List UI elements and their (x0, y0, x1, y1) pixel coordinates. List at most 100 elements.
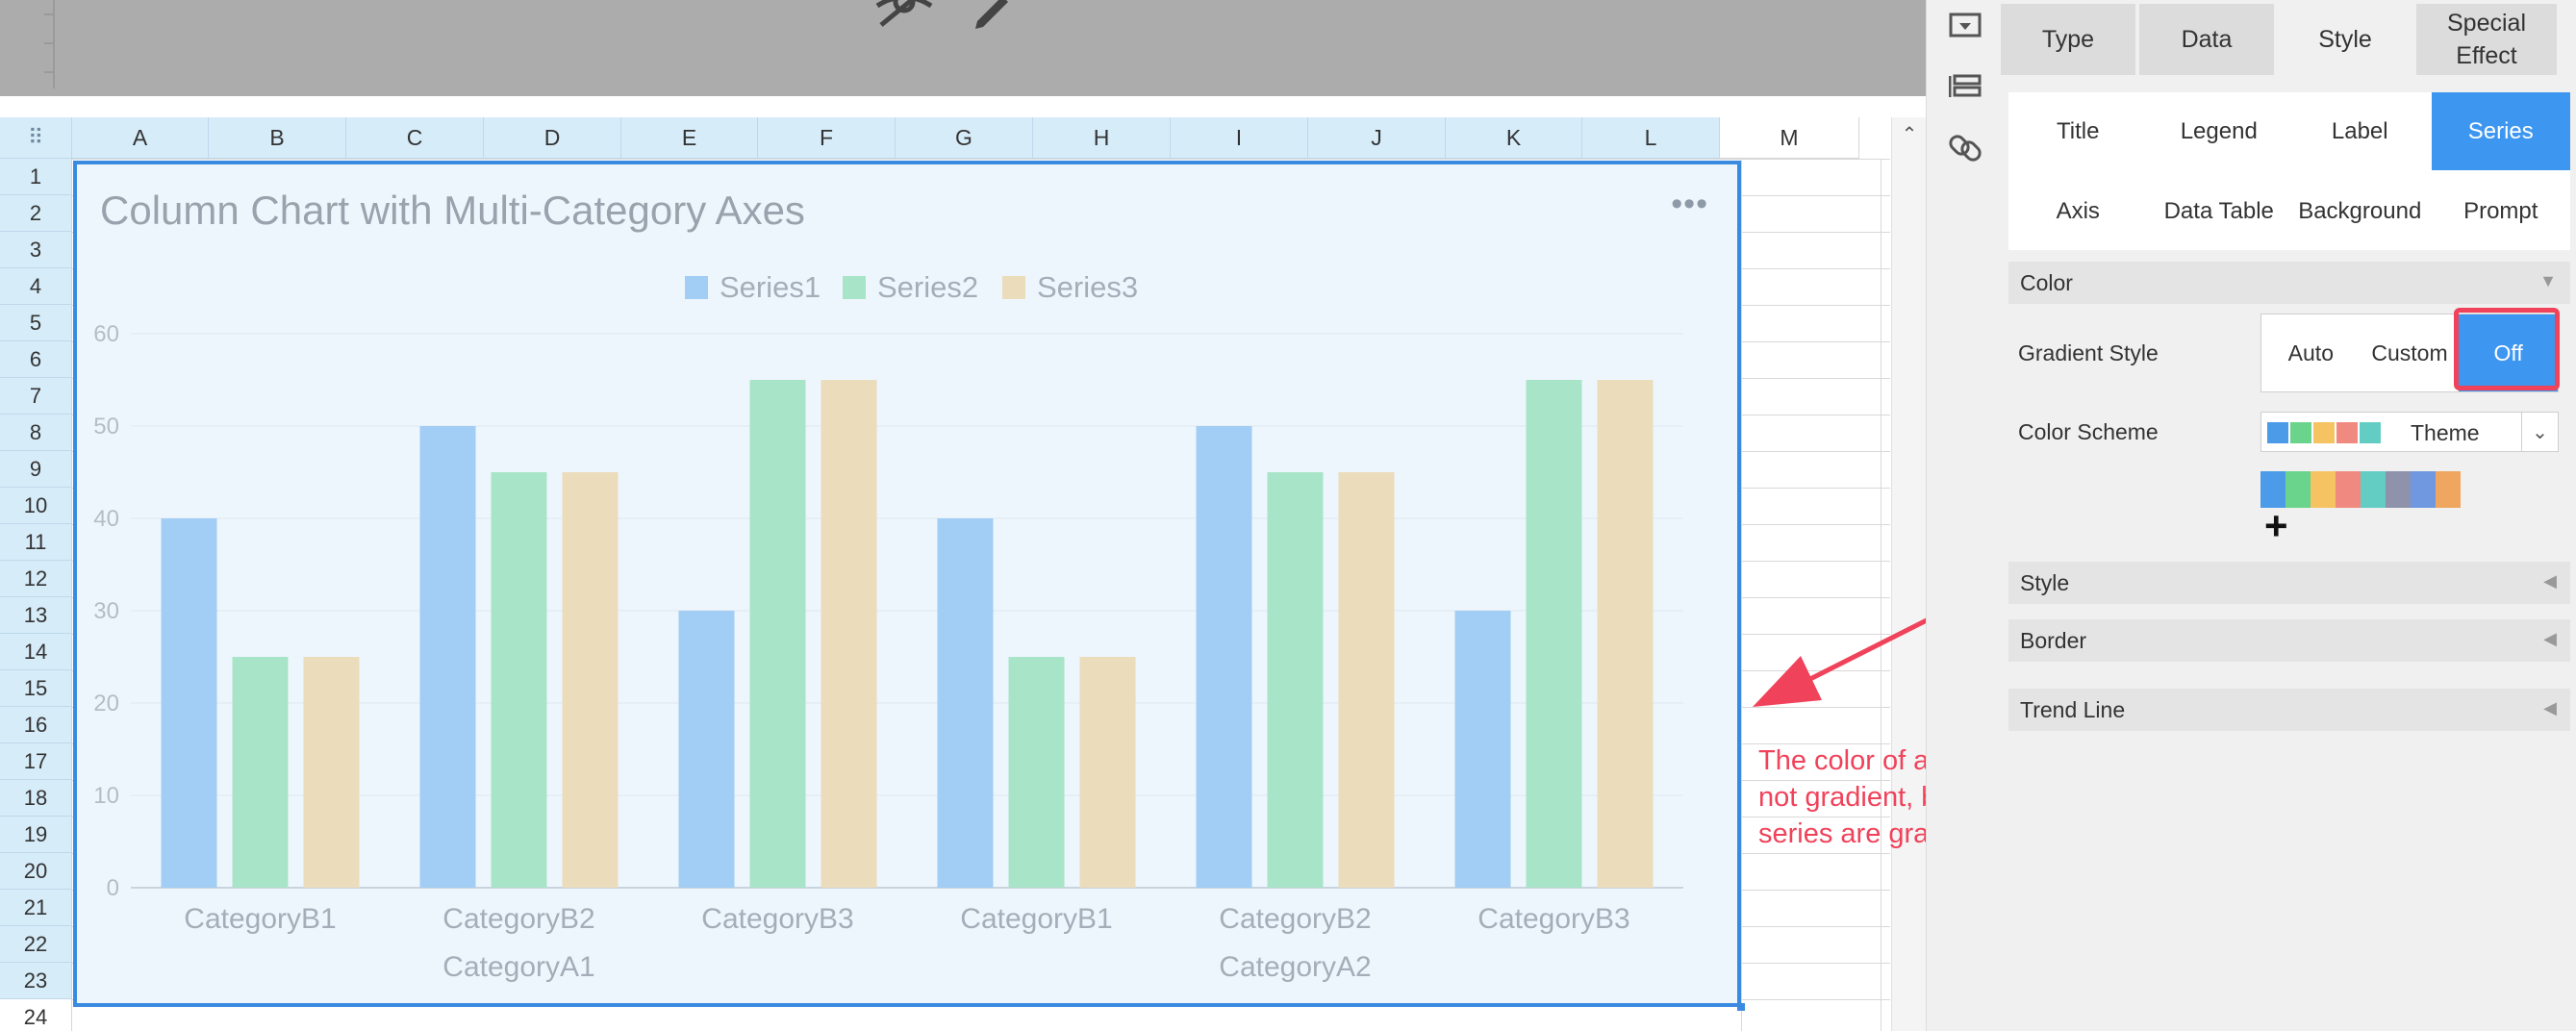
color-scheme-select[interactable]: Theme ⌄ (2260, 412, 2559, 452)
subtab-background[interactable]: Background (2290, 172, 2430, 250)
chart-frame-icon[interactable] (1948, 8, 1983, 42)
row-header-11[interactable]: 11 (0, 524, 72, 561)
scroll-up-icon[interactable]: ⌃ (1899, 123, 1920, 145)
select-all-corner[interactable]: ⠿ (0, 117, 72, 159)
tab-data[interactable]: Data (2139, 4, 2274, 75)
ruler-tick (44, 71, 54, 73)
bar[interactable] (1338, 472, 1395, 888)
column-header-m[interactable]: M (1720, 117, 1859, 159)
bar[interactable] (161, 518, 217, 888)
subtab-data-table[interactable]: Data Table (2149, 172, 2288, 250)
row-header-6[interactable]: 6 (0, 341, 72, 378)
style-section-label: Style (2020, 569, 2070, 595)
subtab-axis[interactable]: Axis (2008, 172, 2148, 250)
row-header-16[interactable]: 16 (0, 707, 72, 743)
bar[interactable] (491, 472, 547, 888)
scheme-swatch (2336, 422, 2358, 443)
row-header-17[interactable]: 17 (0, 743, 72, 780)
row-header-18[interactable]: 18 (0, 780, 72, 817)
row-header-8[interactable]: 8 (0, 415, 72, 451)
bar[interactable] (419, 426, 476, 888)
chart-menu-icon[interactable]: ••• (1671, 186, 1708, 223)
row-header-7[interactable]: 7 (0, 378, 72, 415)
tab-special-effect[interactable]: Special Effect (2416, 4, 2557, 75)
column-header-j[interactable]: J (1308, 117, 1446, 159)
subtab-title[interactable]: Title (2008, 92, 2148, 170)
subtab-legend[interactable]: Legend (2149, 92, 2288, 170)
column-header-g[interactable]: G (896, 117, 1033, 159)
legend-label[interactable]: Series3 (1037, 270, 1138, 304)
column-header-i[interactable]: I (1171, 117, 1308, 159)
tab-style[interactable]: Style (2278, 4, 2412, 75)
gradient-option-auto[interactable]: Auto (2261, 314, 2361, 391)
column-header-k[interactable]: K (1446, 117, 1582, 159)
row-header-15[interactable]: 15 (0, 670, 72, 707)
bar[interactable] (1526, 380, 1582, 888)
column-header-e[interactable]: E (621, 117, 758, 159)
palette-swatch[interactable] (2386, 471, 2411, 508)
row-header-10[interactable]: 10 (0, 488, 72, 524)
row-header-14[interactable]: 14 (0, 634, 72, 670)
bar[interactable] (1454, 611, 1511, 888)
scheme-swatch (2313, 422, 2335, 443)
gradient-option-custom[interactable]: Custom (2361, 314, 2460, 391)
row-header-21[interactable]: 21 (0, 890, 72, 926)
color-section-header[interactable]: Color ▼ (2008, 262, 2570, 304)
bar[interactable] (1597, 380, 1654, 888)
palette-swatch[interactable] (2336, 471, 2361, 508)
subtab-series[interactable]: Series (2431, 92, 2570, 170)
bar[interactable] (232, 657, 289, 888)
row-header-19[interactable]: 19 (0, 817, 72, 853)
border-section-header[interactable]: Border ◀ (2008, 619, 2570, 662)
column-header-b[interactable]: B (209, 117, 346, 159)
bar[interactable] (678, 611, 735, 888)
resize-handle[interactable] (1737, 1003, 1745, 1011)
legend-label[interactable]: Series2 (877, 270, 978, 304)
bar[interactable] (562, 472, 619, 888)
bar[interactable] (937, 518, 994, 888)
legend-label[interactable]: Series1 (720, 270, 821, 304)
subtab-prompt[interactable]: Prompt (2431, 172, 2570, 250)
bar[interactable] (749, 380, 806, 888)
chart-container[interactable]: 0 10 20 30 40 50 60 Series1 Series2 Series3 Catego… (73, 161, 1741, 1007)
row-header-22[interactable]: 22 (0, 926, 72, 963)
palette-swatch[interactable] (2411, 471, 2436, 508)
link-icon[interactable] (1948, 131, 1983, 165)
trend-line-section-header[interactable]: Trend Line ◀ (2008, 689, 2570, 731)
subtab-label[interactable]: Label (2290, 92, 2430, 170)
row-header-5[interactable]: 5 (0, 305, 72, 341)
row-header-20[interactable]: 20 (0, 853, 72, 890)
bar[interactable] (821, 380, 877, 888)
bar[interactable] (303, 657, 360, 888)
bar[interactable] (1079, 657, 1136, 888)
palette-swatch[interactable] (2311, 471, 2336, 508)
column-header-f[interactable]: F (758, 117, 896, 159)
off-highlight-box (2454, 308, 2560, 390)
row-header-24[interactable]: 24 (0, 999, 72, 1031)
layout-icon[interactable] (1948, 69, 1983, 104)
bar[interactable] (1196, 426, 1252, 888)
add-color-icon[interactable]: + (2264, 506, 2288, 546)
row-header-23[interactable]: 23 (0, 963, 72, 999)
bar[interactable] (1008, 657, 1065, 888)
row-header-2[interactable]: 2 (0, 195, 72, 232)
row-header-12[interactable]: 12 (0, 561, 72, 597)
tab-type[interactable]: Type (2001, 4, 2135, 75)
column-header-c[interactable]: C (346, 117, 484, 159)
column-header-l[interactable]: L (1582, 117, 1720, 159)
bar[interactable] (1267, 472, 1324, 888)
chevron-down-icon[interactable]: ⌄ (2521, 413, 2558, 451)
row-header-13[interactable]: 13 (0, 597, 72, 634)
row-header-4[interactable]: 4 (0, 268, 72, 305)
style-section-header[interactable]: Style ◀ (2008, 562, 2570, 604)
palette-swatch[interactable] (2286, 471, 2311, 508)
palette-swatch[interactable] (2361, 471, 2386, 508)
hide-icon[interactable] (875, 0, 1029, 33)
row-header-1[interactable]: 1 (0, 159, 72, 195)
palette-swatch[interactable] (2436, 471, 2461, 508)
column-header-d[interactable]: D (484, 117, 621, 159)
row-header-3[interactable]: 3 (0, 232, 72, 268)
column-header-a[interactable]: A (72, 117, 209, 159)
column-header-h[interactable]: H (1033, 117, 1171, 159)
row-header-9[interactable]: 9 (0, 451, 72, 488)
